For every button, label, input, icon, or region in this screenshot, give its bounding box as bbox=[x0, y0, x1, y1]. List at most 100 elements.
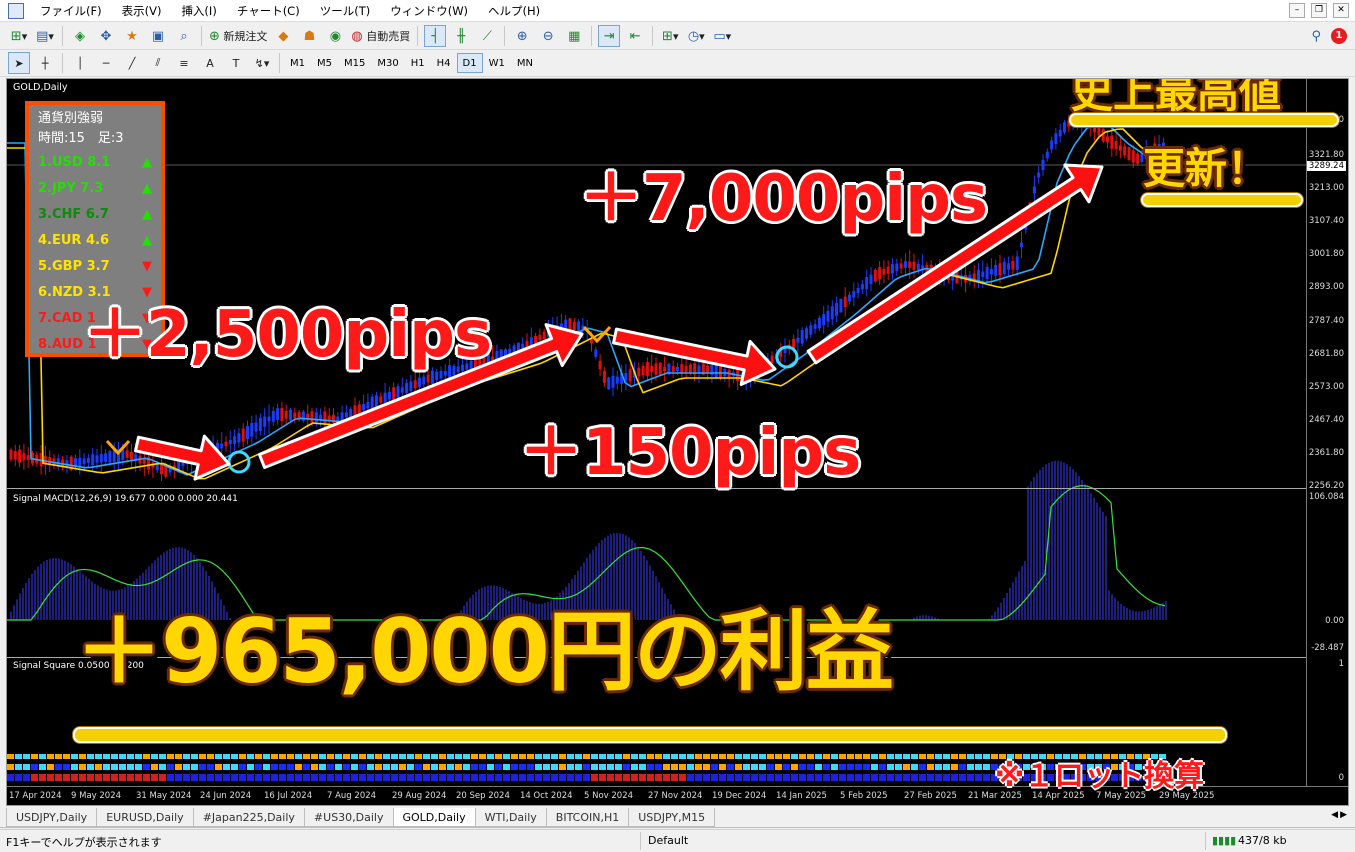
price-scale[interactable]: 0 3321.80 3289.24 3213.00 3107.40 3001.8… bbox=[1306, 79, 1348, 805]
terminal-button[interactable]: ▣ bbox=[147, 25, 169, 47]
notification-badge[interactable]: 1 bbox=[1331, 28, 1347, 44]
bar-chart-button[interactable]: ┤ bbox=[424, 25, 447, 47]
templates-button[interactable]: ▭ ▾ bbox=[711, 25, 733, 47]
candle-chart-button[interactable]: ╫ bbox=[450, 25, 472, 47]
indicators-button[interactable]: ⊞ ▾ bbox=[659, 25, 681, 47]
menu-tools[interactable]: ツール(T) bbox=[310, 0, 381, 22]
new-chart-button[interactable]: ⊞ ▾ bbox=[8, 25, 30, 47]
menu-help[interactable]: ヘルプ(H) bbox=[478, 0, 550, 22]
timeframe-m1[interactable]: M1 bbox=[284, 53, 311, 73]
timeframe-m15[interactable]: M15 bbox=[338, 53, 371, 73]
candle-body bbox=[977, 269, 980, 282]
data-window-button[interactable]: ✥ bbox=[95, 25, 117, 47]
timeframe-d1[interactable]: D1 bbox=[456, 53, 483, 73]
restore-icon[interactable]: ❐ bbox=[1311, 3, 1327, 18]
community-button[interactable]: ☗ bbox=[298, 25, 320, 47]
square-strip-top bbox=[575, 754, 582, 759]
horizontal-line-button[interactable]: ─ bbox=[95, 52, 117, 74]
price-label: 2681.80 bbox=[1308, 349, 1344, 359]
candle-body bbox=[998, 263, 1002, 275]
tab-eurusd-daily[interactable]: EURUSD,Daily bbox=[96, 808, 194, 827]
candle-body bbox=[796, 337, 800, 343]
date-label: 9 May 2024 bbox=[71, 791, 122, 801]
periods-button[interactable]: ◷ ▾ bbox=[685, 25, 707, 47]
strategy-tester-button[interactable]: ⌕ bbox=[173, 25, 195, 47]
tile-windows-button[interactable]: ▦ bbox=[563, 25, 585, 47]
tab-bitcoin-h1[interactable]: BITCOIN,H1 bbox=[545, 808, 630, 827]
menu-chart[interactable]: チャート(C) bbox=[227, 0, 310, 22]
timeframe-h4[interactable]: H4 bbox=[431, 53, 457, 73]
square-strip-top bbox=[727, 754, 734, 759]
tab-us30-daily[interactable]: #US30,Daily bbox=[303, 808, 394, 827]
square-strip-top bbox=[631, 754, 638, 759]
new-order-label: 新規注文 bbox=[223, 30, 268, 43]
tab-usdjpy-daily[interactable]: USDJPY,Daily bbox=[6, 808, 98, 827]
square-strip-bottom bbox=[327, 774, 334, 781]
cursor-button[interactable]: ➤ bbox=[8, 52, 30, 74]
date-label: 14 Jan 2025 bbox=[776, 791, 827, 801]
square-strip-mid bbox=[631, 764, 638, 770]
crosshair-button[interactable]: ┼ bbox=[34, 52, 56, 74]
square-strip-bottom bbox=[79, 774, 86, 781]
arrows-button[interactable]: ↯ ▾ bbox=[251, 52, 273, 74]
zoom-out-button[interactable]: ⊖ bbox=[537, 25, 559, 47]
strength-currency: 4.EUR 4.6 bbox=[38, 232, 109, 248]
pips-150-label: ＋150pips bbox=[519, 416, 861, 490]
trendline-button[interactable]: ╱ bbox=[121, 52, 143, 74]
profiles-button[interactable]: ▤ ▾ bbox=[34, 25, 56, 47]
text-button[interactable]: A bbox=[199, 52, 221, 74]
candle-body bbox=[577, 321, 581, 333]
close-icon[interactable]: ✕ bbox=[1333, 3, 1349, 18]
auto-trade-button[interactable]: ◍ 自動売買 bbox=[350, 25, 411, 47]
square-strip-bottom bbox=[631, 774, 638, 781]
fibonacci-button[interactable]: ≡ bbox=[173, 52, 195, 74]
square-strip-bottom bbox=[391, 774, 398, 781]
timeframe-w1[interactable]: W1 bbox=[483, 53, 511, 73]
metaeditor-button[interactable]: ◆ bbox=[272, 25, 294, 47]
square-strip-mid bbox=[927, 764, 934, 770]
square-strip-mid bbox=[767, 764, 774, 770]
square-strip-bottom bbox=[127, 774, 134, 781]
market-watch-button[interactable]: ◈ bbox=[69, 25, 91, 47]
equidistant-channel-button[interactable]: ⫽ bbox=[147, 52, 169, 74]
signals-button[interactable]: ◉ bbox=[324, 25, 346, 47]
candle-body bbox=[684, 365, 688, 373]
auto-scroll-button[interactable]: ⇥ bbox=[598, 25, 621, 47]
minimize-icon[interactable]: – bbox=[1289, 3, 1305, 18]
timeframe-m30[interactable]: M30 bbox=[371, 53, 404, 73]
chart-shift-button[interactable]: ⇤ bbox=[624, 25, 646, 47]
square-strip-bottom bbox=[839, 774, 846, 781]
price-label: 2573.00 bbox=[1308, 382, 1344, 392]
candle-body bbox=[1127, 146, 1131, 161]
status-traffic[interactable]: 437/8 kb bbox=[1238, 834, 1287, 847]
menu-window[interactable]: ウィンドウ(W) bbox=[380, 0, 478, 22]
timeframe-m5[interactable]: M5 bbox=[311, 53, 338, 73]
chart-window[interactable]: GOLD,Daily Signal MACD(12,26,9) 19.677 0… bbox=[6, 78, 1349, 806]
timeframe-mn[interactable]: MN bbox=[511, 53, 539, 73]
menu-view[interactable]: 表示(V) bbox=[112, 0, 172, 22]
tab-gold-daily[interactable]: GOLD,Daily bbox=[392, 808, 476, 827]
tab-japan225-daily[interactable]: #Japan225,Daily bbox=[192, 808, 305, 827]
square-strip-mid bbox=[639, 764, 646, 770]
line-chart-button[interactable]: ⟋ bbox=[476, 25, 498, 47]
square-strip-bottom bbox=[255, 774, 262, 781]
square-strip-top bbox=[599, 754, 606, 759]
tab-next-icon[interactable]: ▶ bbox=[1340, 810, 1347, 820]
square-strip-top bbox=[295, 754, 302, 759]
square-strip-top bbox=[951, 754, 958, 759]
menu-insert[interactable]: 挿入(I) bbox=[171, 0, 226, 22]
timeframe-h1[interactable]: H1 bbox=[405, 53, 431, 73]
vertical-line-button[interactable]: │ bbox=[69, 52, 91, 74]
menu-file[interactable]: ファイル(F) bbox=[30, 0, 112, 22]
candle-body bbox=[86, 457, 90, 463]
candle-body bbox=[284, 410, 288, 419]
zoom-in-button[interactable]: ⊕ bbox=[511, 25, 533, 47]
search-icon[interactable]: ⚲ bbox=[1311, 29, 1321, 44]
tab-usdjpy-m15[interactable]: USDJPY,M15 bbox=[628, 808, 716, 827]
text-label-button[interactable]: T bbox=[225, 52, 247, 74]
tab-prev-icon[interactable]: ◀ bbox=[1331, 810, 1338, 820]
new-order-button[interactable]: ⊕ 新規注文 bbox=[208, 25, 268, 47]
navigator-button[interactable]: ★ bbox=[121, 25, 143, 47]
candle-body bbox=[1002, 261, 1006, 274]
tab-wti-daily[interactable]: WTI,Daily bbox=[474, 808, 547, 827]
